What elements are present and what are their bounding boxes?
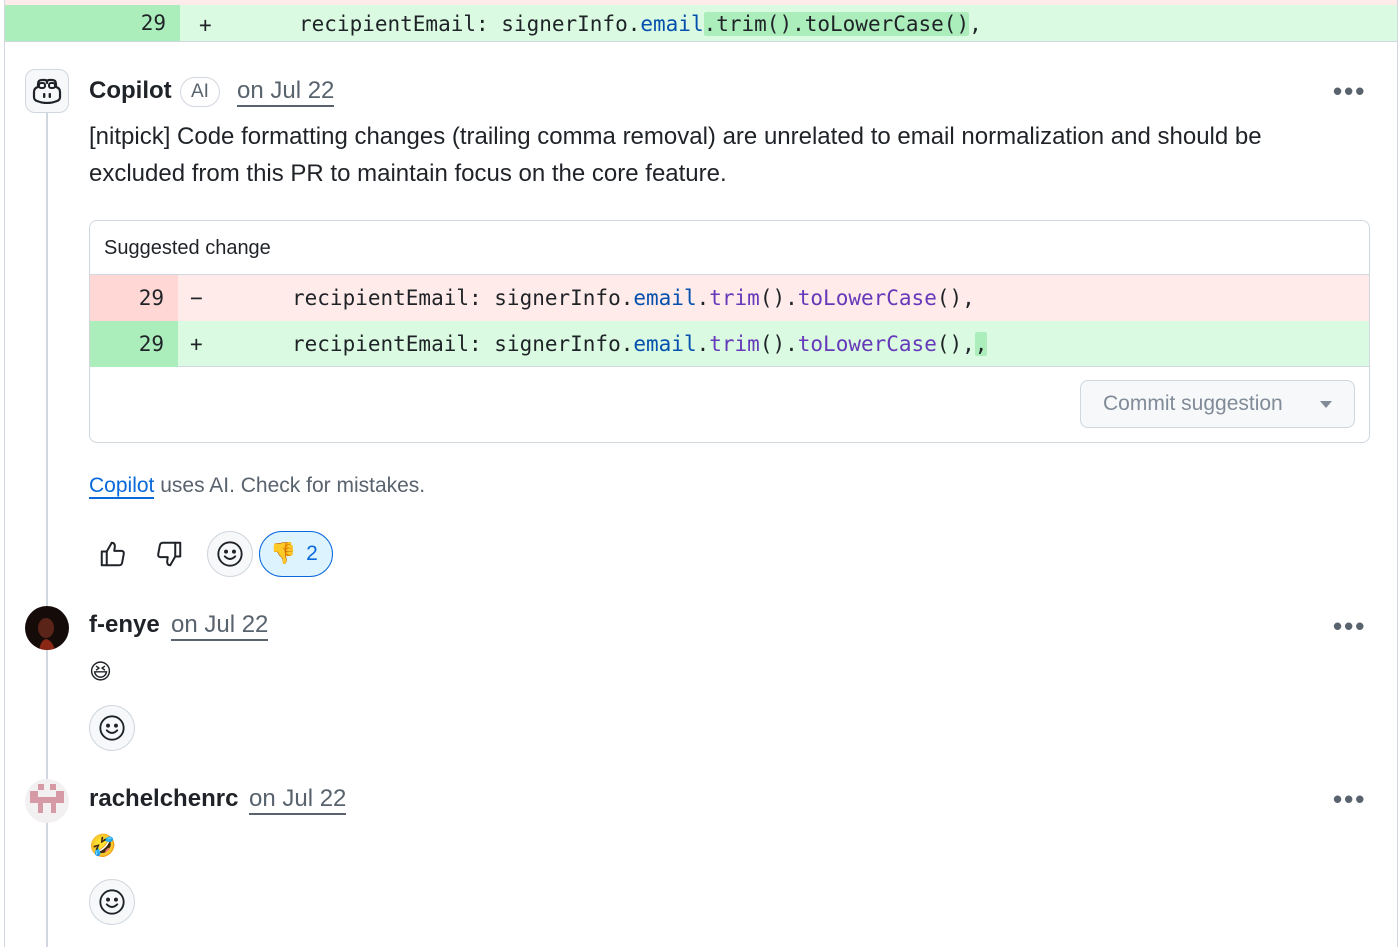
- copilot-avatar[interactable]: [25, 69, 69, 113]
- add-reaction-button[interactable]: [207, 531, 253, 577]
- comment-author[interactable]: rachelchenrc: [89, 785, 238, 813]
- comment-author[interactable]: f-enye: [89, 611, 160, 639]
- kebab-icon[interactable]: •••: [1333, 76, 1366, 107]
- code-fn: trim: [709, 332, 760, 356]
- code-text: ().: [759, 332, 798, 356]
- diff-code: recipientEmail: signerInfo.email.trim().…: [292, 275, 975, 321]
- code-suffix: ,: [969, 12, 982, 36]
- comment-body: 🤣: [89, 833, 117, 858]
- thumbs-down-emoji: 👎: [270, 542, 297, 565]
- smiley-icon: [99, 715, 125, 741]
- code-text: (),: [936, 286, 975, 310]
- code-fn: toLowerCase: [797, 286, 937, 310]
- diff-sign: +: [190, 332, 203, 356]
- smiley-icon: [99, 889, 125, 915]
- comment-date-link[interactable]: on Jul 22: [171, 611, 269, 641]
- kebab-icon[interactable]: •••: [1333, 784, 1366, 815]
- comment-author[interactable]: Copilot: [89, 77, 172, 105]
- commit-suggestion-button[interactable]: Commit suggestion: [1080, 380, 1355, 428]
- line-number: 29: [90, 321, 178, 367]
- ai-badge: AI: [180, 77, 220, 107]
- diff-sign: +: [199, 13, 212, 37]
- ai-disclaimer: Copilot uses AI. Check for mistakes.: [89, 474, 426, 499]
- diff-sign: −: [190, 286, 203, 310]
- line-number: 29: [90, 275, 178, 321]
- code-prop: email: [633, 332, 697, 356]
- disclaimer-text: uses AI. Check for mistakes.: [154, 474, 426, 497]
- thumbs-down-icon[interactable]: [146, 531, 192, 577]
- comment-date-link[interactable]: on Jul 22: [237, 77, 335, 107]
- thread-connector: [46, 112, 48, 606]
- suggested-change-header: Suggested change: [90, 221, 1369, 275]
- thread-connector: [46, 822, 48, 947]
- suggested-change-box: Suggested change 29 − recipientEmail: si…: [89, 220, 1370, 443]
- code-text: (),: [936, 332, 975, 356]
- suggestion-deleted-line: 29 − recipientEmail: signerInfo.email.tr…: [90, 275, 1369, 321]
- reaction-count: 2: [306, 542, 318, 565]
- add-reaction-button[interactable]: [89, 705, 135, 751]
- caret-down-icon[interactable]: [1320, 401, 1332, 408]
- copilot-icon: [32, 78, 62, 104]
- code-fn: toLowerCase: [797, 332, 937, 356]
- smiley-icon: [217, 541, 243, 567]
- code-text: ().: [759, 286, 798, 310]
- comment-body: [nitpick] Code formatting changes (trail…: [89, 123, 1262, 187]
- comment-body: 😆: [89, 659, 112, 684]
- diff-line-added: 29 + recipientEmail: signerInfo.email.tr…: [5, 0, 1397, 42]
- code-text: recipientEmail: signerInfo.: [299, 12, 641, 36]
- code-prop: email: [640, 12, 704, 36]
- diff-code: recipientEmail: signerInfo.email.trim().…: [292, 321, 988, 367]
- kebab-icon[interactable]: •••: [1333, 611, 1366, 642]
- code-text: recipientEmail: signerInfo.: [292, 332, 634, 356]
- commit-suggestion-label: Commit suggestion: [1103, 392, 1283, 415]
- copilot-link[interactable]: Copilot: [89, 474, 155, 499]
- code-text: .: [696, 286, 710, 310]
- avatar[interactable]: [25, 606, 69, 650]
- code-prop: email: [633, 286, 697, 310]
- thumbs-up-icon[interactable]: [90, 531, 136, 577]
- code-highlight: ,: [974, 332, 988, 356]
- suggestion-added-line: 29 + recipientEmail: signerInfo.email.tr…: [90, 321, 1369, 367]
- code-text: recipientEmail: signerInfo.: [292, 286, 634, 310]
- thread-connector: [46, 650, 48, 780]
- code-text: .: [696, 332, 710, 356]
- comment-date-link[interactable]: on Jul 22: [249, 785, 347, 815]
- code-highlight: .trim().toLowerCase(): [703, 12, 970, 36]
- add-reaction-button[interactable]: [89, 879, 135, 925]
- avatar[interactable]: [25, 779, 69, 823]
- line-number: 29: [5, 5, 180, 41]
- reaction-thumbs-down-count[interactable]: 👎 2: [259, 531, 333, 577]
- diff-code: recipientEmail: signerInfo.email.trim().…: [299, 5, 982, 43]
- code-fn: trim: [709, 286, 760, 310]
